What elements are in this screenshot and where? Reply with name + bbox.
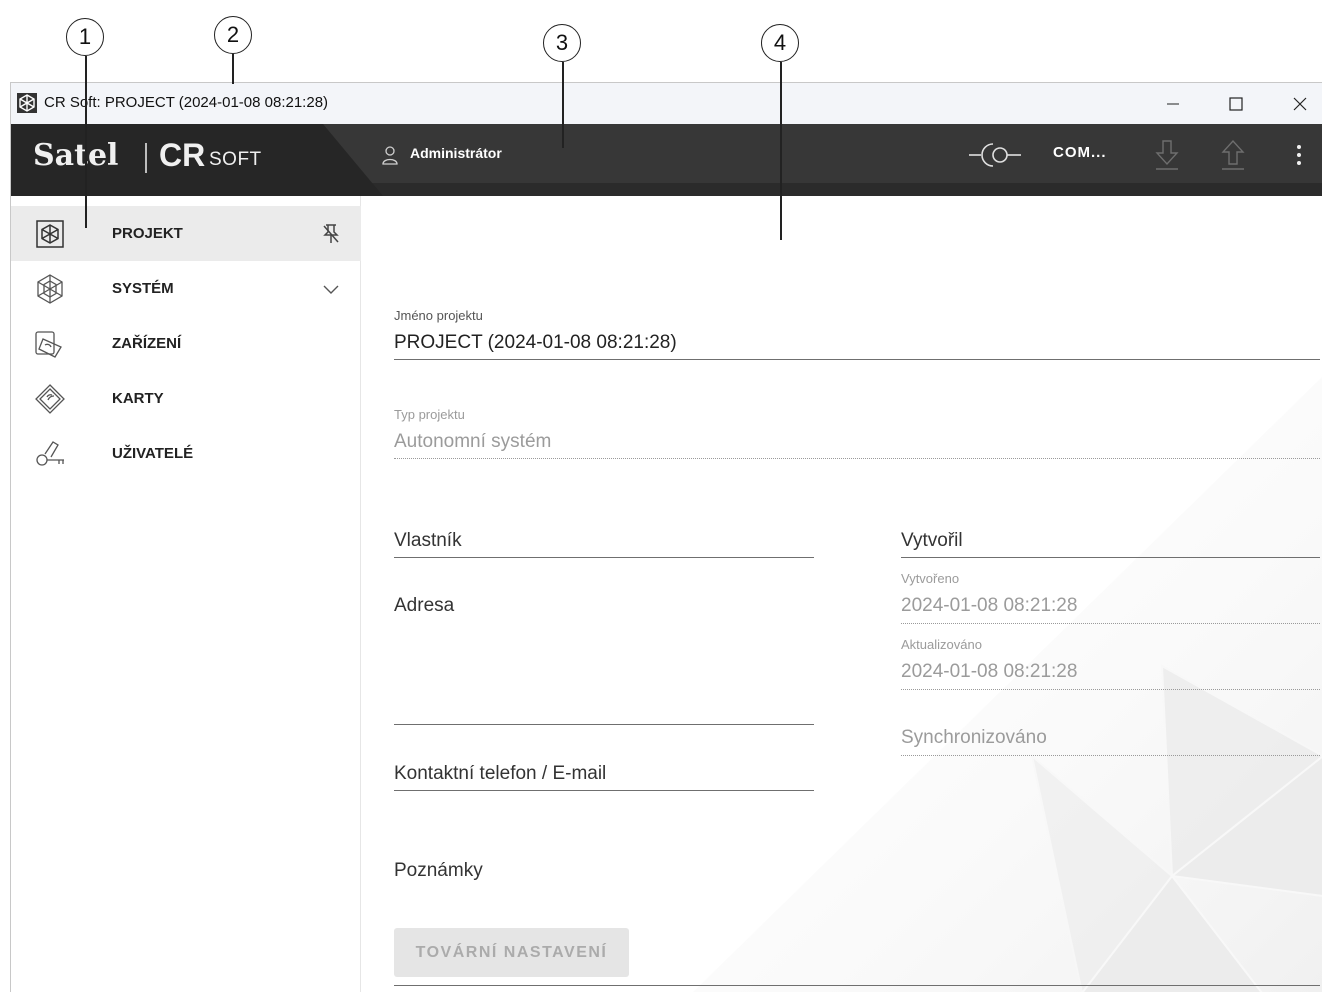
window-title: CR Soft: PROJECT (2024-01-08 08:21:28) bbox=[44, 94, 329, 111]
contact-underline bbox=[394, 790, 814, 791]
project-name-label: Jméno projektu bbox=[394, 308, 483, 323]
callout-2-leader bbox=[232, 54, 234, 84]
updated-underline bbox=[901, 689, 1320, 690]
project-type-value: Autonomní systém bbox=[394, 431, 552, 452]
created-by-underline bbox=[901, 557, 1320, 558]
factory-settings-button[interactable]: TOVÁRNÍ NASTAVENÍ bbox=[394, 928, 629, 977]
callout-4-leader bbox=[780, 62, 782, 240]
app-header: Satel CR SOFT Administrátor COM... bbox=[11, 124, 1322, 196]
created-field: Vytvořeno 2024-01-08 08:21:28 bbox=[901, 571, 1320, 625]
sidebar-item-projekt[interactable]: PROJEKT bbox=[11, 206, 361, 261]
logo-separator bbox=[145, 143, 147, 173]
callout-2: 2 bbox=[214, 16, 252, 54]
sidebar-item-system[interactable]: SYSTÉM bbox=[11, 261, 361, 316]
callout-4: 4 bbox=[761, 24, 799, 62]
project-name-field[interactable]: Jméno projektu PROJECT (2024-01-08 08:21… bbox=[394, 308, 1320, 360]
updated-label: Aktualizováno bbox=[901, 637, 982, 652]
updated-field: Aktualizováno 2024-01-08 08:21:28 bbox=[901, 637, 1320, 691]
sidebar-item-label: UŽIVATELÉ bbox=[112, 445, 194, 462]
logo-satel: Satel bbox=[33, 138, 119, 173]
maximize-button[interactable] bbox=[1206, 83, 1266, 124]
chevron-down-icon[interactable] bbox=[319, 277, 343, 301]
logo-cr: CR bbox=[159, 137, 206, 173]
write-button[interactable] bbox=[1217, 137, 1249, 173]
created-by-label: Vytvořil bbox=[901, 530, 963, 551]
title-bar: CR Soft: PROJECT (2024-01-08 08:21:28) bbox=[11, 83, 1322, 124]
callout-3-leader bbox=[562, 62, 564, 148]
callout-1-leader bbox=[85, 56, 87, 228]
notes-label: Poznámky bbox=[394, 860, 483, 881]
address-label: Adresa bbox=[394, 595, 455, 616]
contact-field[interactable]: Kontaktní telefon / E-mail bbox=[394, 761, 814, 791]
pin-off-icon[interactable] bbox=[319, 222, 343, 246]
updated-value: 2024-01-08 08:21:28 bbox=[901, 661, 1078, 682]
user-icon bbox=[382, 146, 398, 165]
created-underline bbox=[901, 623, 1320, 624]
project-name-value[interactable]: PROJECT (2024-01-08 08:21:28) bbox=[394, 332, 677, 354]
created-label: Vytvořeno bbox=[901, 571, 960, 586]
download-icon bbox=[1155, 140, 1179, 170]
created-by-field[interactable]: Vytvořil bbox=[901, 528, 1320, 558]
synced-label: Synchronizováno bbox=[901, 727, 1047, 748]
logo-soft: SOFT bbox=[209, 149, 262, 170]
contact-label: Kontaktní telefon / E-mail bbox=[394, 763, 607, 784]
minimize-icon bbox=[1167, 103, 1179, 104]
owner-field[interactable]: Vlastník bbox=[394, 528, 814, 558]
synced-underline bbox=[901, 755, 1320, 756]
close-icon bbox=[1293, 97, 1307, 110]
project-name-underline bbox=[394, 359, 1320, 360]
address-field[interactable]: Adresa bbox=[394, 595, 814, 725]
sidebar-item-label: SYSTÉM bbox=[112, 280, 174, 297]
sidebar-item-zarizeni[interactable]: ZAŘÍZENÍ bbox=[11, 316, 361, 371]
address-underline bbox=[394, 724, 814, 725]
users-key-icon bbox=[36, 441, 64, 466]
app-icon bbox=[17, 93, 37, 113]
sidebar-item-label: KARTY bbox=[112, 390, 164, 407]
project-type-label: Typ projektu bbox=[394, 407, 465, 422]
sidebar-item-karty[interactable]: KARTY bbox=[11, 371, 361, 426]
more-menu-button[interactable] bbox=[1283, 137, 1315, 173]
minimize-button[interactable] bbox=[1143, 83, 1203, 124]
created-value: 2024-01-08 08:21:28 bbox=[901, 595, 1078, 616]
sidebar-item-label: PROJEKT bbox=[112, 225, 183, 242]
callout-1: 1 bbox=[66, 18, 104, 56]
user-name[interactable]: Administrátor bbox=[410, 145, 502, 161]
close-button[interactable] bbox=[1270, 83, 1322, 124]
devices-icon bbox=[35, 331, 62, 358]
project-type-underline bbox=[394, 458, 1320, 459]
maximize-icon bbox=[1229, 96, 1243, 111]
sidebar-item-uzivatele[interactable]: UŽIVATELÉ bbox=[11, 426, 361, 481]
owner-label: Vlastník bbox=[394, 530, 462, 551]
cards-icon bbox=[35, 384, 65, 414]
more-vert-icon bbox=[1297, 145, 1301, 165]
read-button[interactable] bbox=[1151, 137, 1183, 173]
connection-icon[interactable] bbox=[969, 140, 1025, 170]
synced-field: Synchronizováno bbox=[901, 727, 1320, 757]
com-port-label[interactable]: COM... bbox=[1053, 144, 1107, 161]
sidebar-item-label: ZAŘÍZENÍ bbox=[112, 335, 182, 352]
sidebar: PROJEKT SYSTÉM ZAŘÍZENÍ KARTY UŽIVATELÉ bbox=[11, 196, 361, 992]
project-icon bbox=[36, 220, 64, 248]
project-form: Jméno projektu PROJECT (2024-01-08 08:21… bbox=[362, 196, 1322, 992]
system-icon bbox=[37, 274, 63, 304]
callout-3: 3 bbox=[543, 24, 581, 62]
owner-underline bbox=[394, 557, 814, 558]
app-window: CR Soft: PROJECT (2024-01-08 08:21:28) S… bbox=[10, 82, 1322, 992]
notes-underline bbox=[394, 985, 1320, 986]
project-type-field: Typ projektu Autonomní systém bbox=[394, 407, 1320, 459]
upload-icon bbox=[1221, 139, 1245, 170]
